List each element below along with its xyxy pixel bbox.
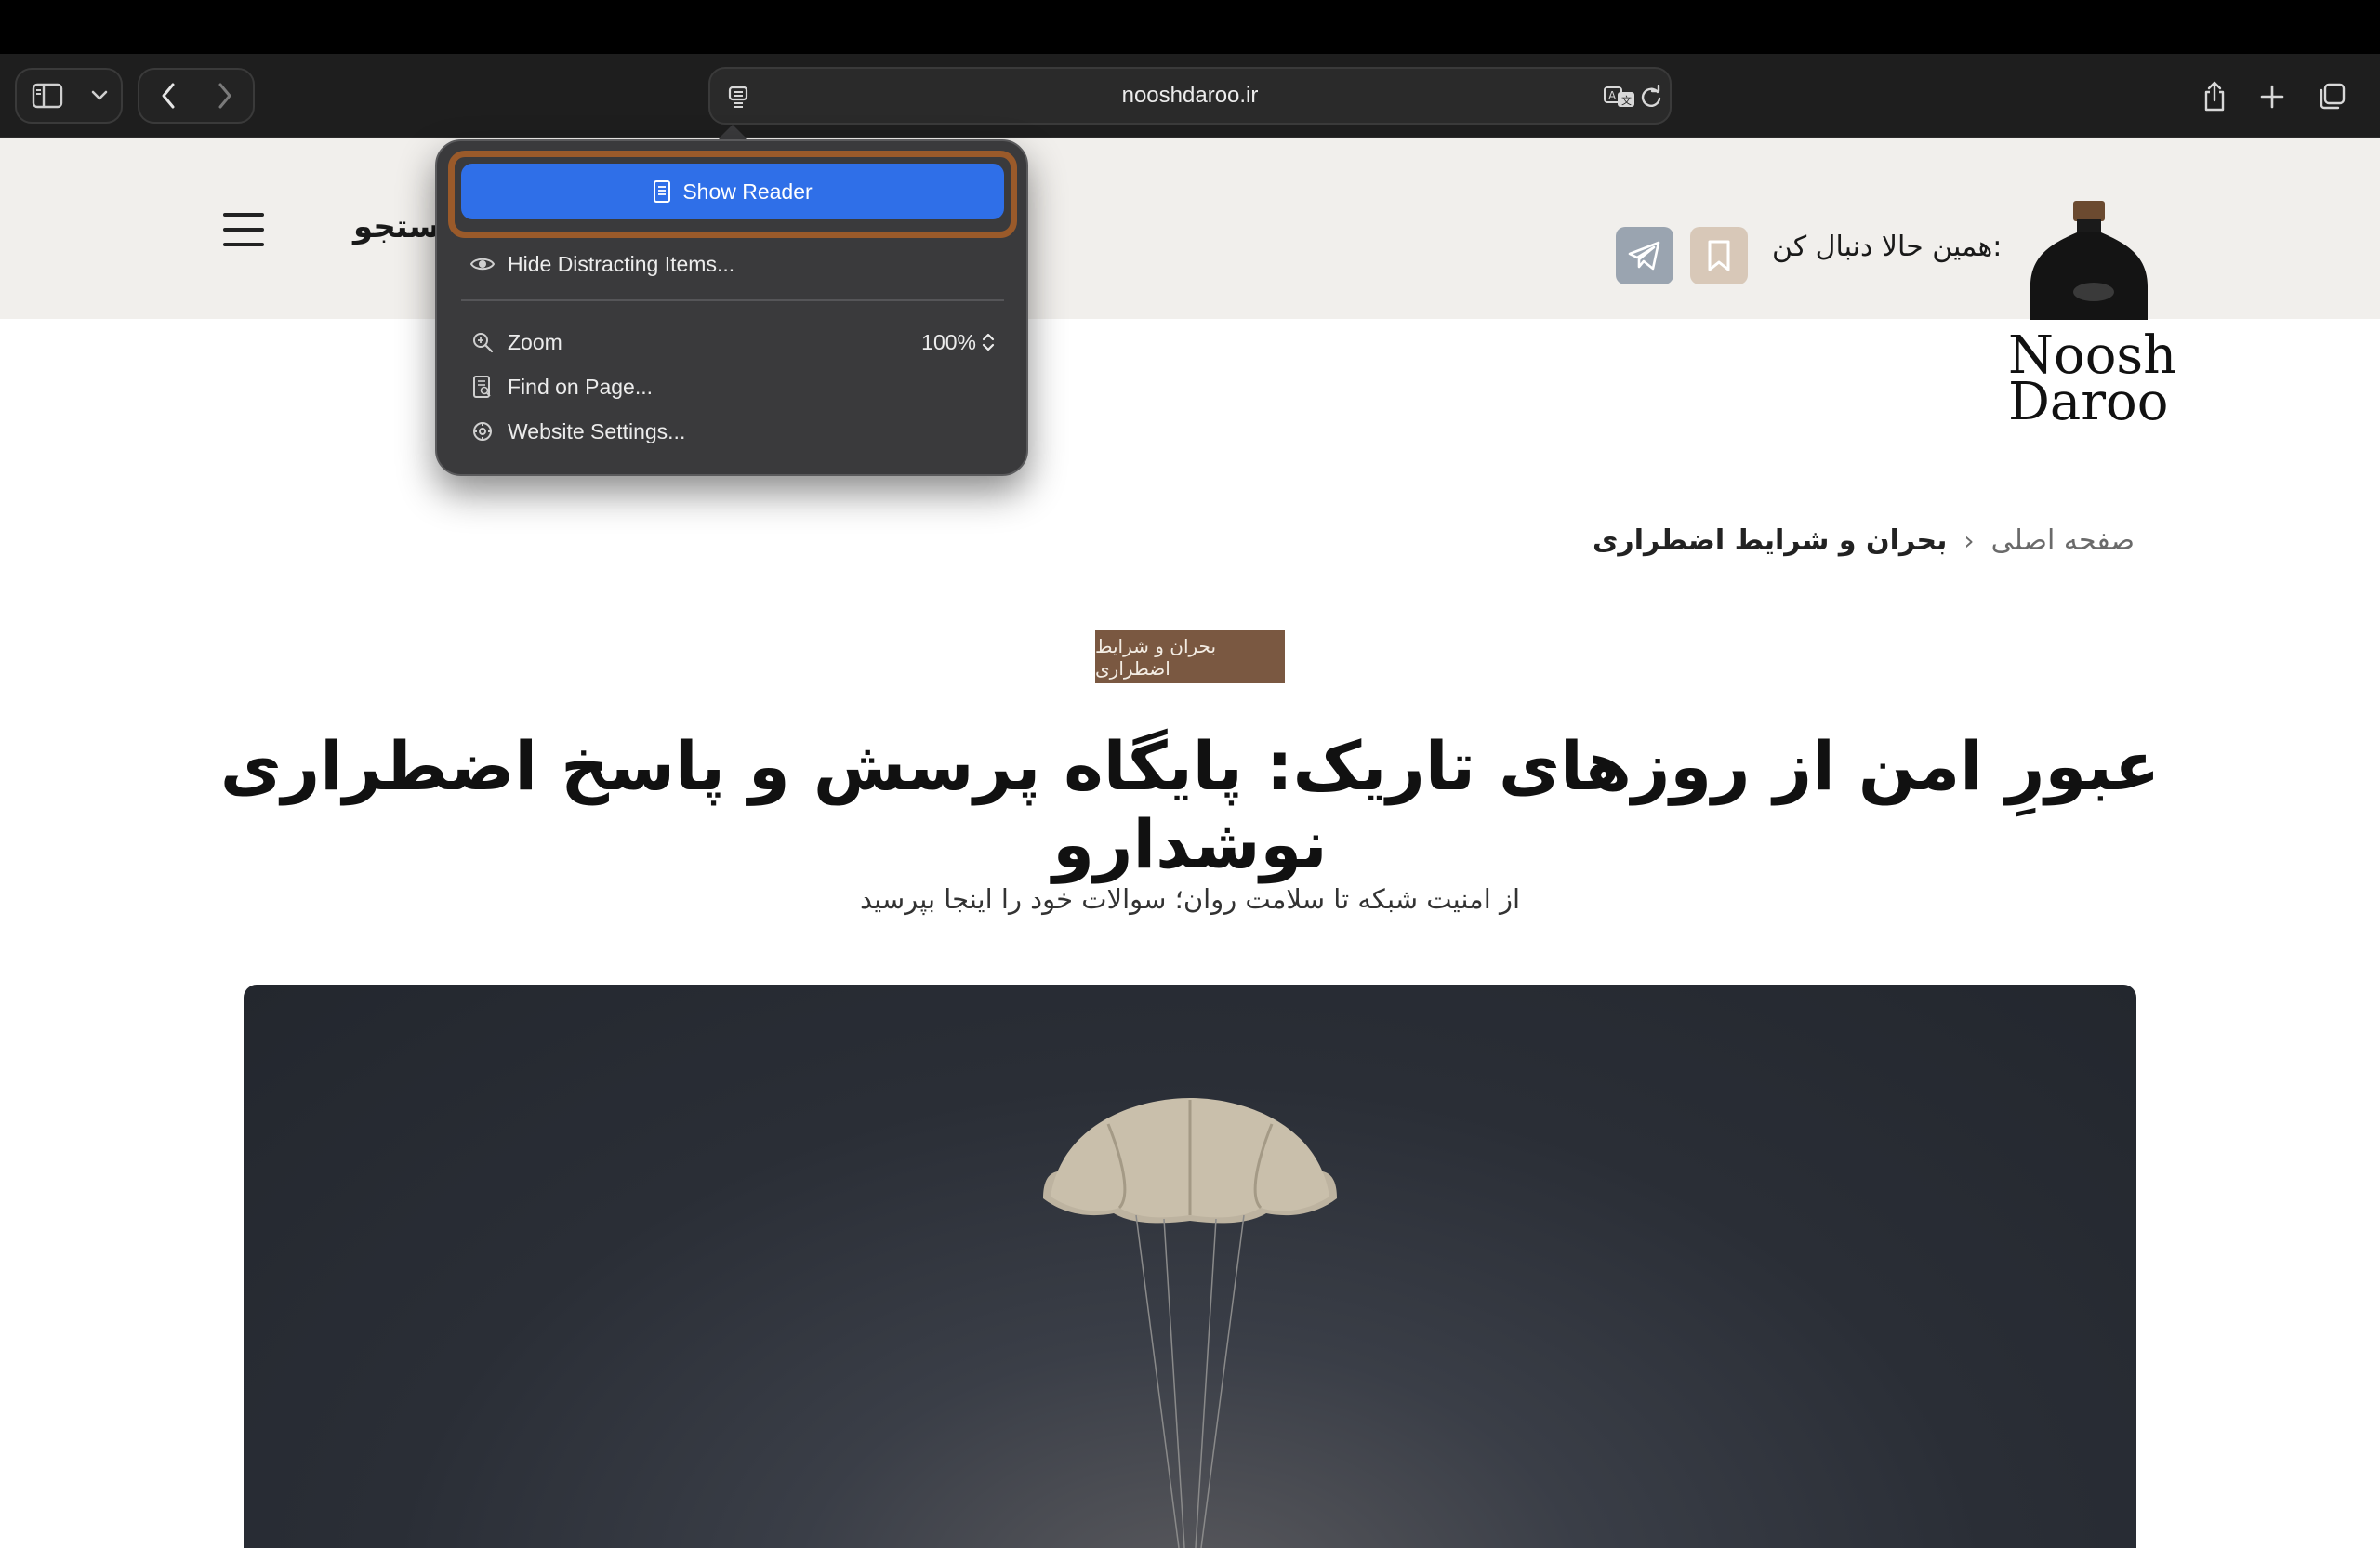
follow-label: همین حالا دنبال کن: [1772,231,2003,263]
tabs-overview-icon[interactable] [2306,71,2358,123]
sidebar-icon[interactable] [17,70,78,122]
zoom-item[interactable]: Zoom [469,324,562,361]
svg-text:A: A [1608,89,1617,102]
find-on-page-item[interactable]: Find on Page... [469,368,653,405]
bookmark-icon[interactable] [1690,227,1748,284]
zoom-stepper[interactable]: 100% [921,324,995,361]
show-reader-button[interactable]: Show Reader [461,164,1004,219]
forward-icon[interactable] [196,70,253,122]
telegram-icon[interactable] [1616,227,1673,284]
hamburger-menu-icon[interactable] [223,213,264,246]
find-icon [469,373,496,401]
menu-divider [461,299,1004,301]
breadcrumb: صفحه اصلی ‹ بحران و شرایط اضطراری [1593,524,2135,557]
article-headline: عبورِ امن از روزهای تاریک: پایگاه پرسش و… [219,727,2161,883]
back-icon[interactable] [139,70,196,122]
page-menu-popover: Show Reader Hide Distracting Items... Zo… [435,139,1028,476]
category-badge[interactable]: بحران و شرایط اضطراری [1095,630,1285,683]
website-settings-label: Website Settings... [508,418,686,443]
eye-icon [469,250,496,278]
system-menubar [0,0,2380,54]
chevron-down-icon[interactable] [78,70,121,122]
zoom-label: Zoom [508,329,562,354]
find-on-page-label: Find on Page... [508,374,653,399]
zoom-icon [469,328,496,356]
hero-image [244,985,2136,1548]
zoom-value: 100% [921,329,976,354]
settings-gear-icon [469,417,496,445]
breadcrumb-separator: ‹ [1964,525,1975,556]
parachute-illustration [1043,1098,1337,1548]
url-text[interactable]: nooshdaroo.ir [710,69,1670,123]
plus-icon[interactable] [2246,71,2298,123]
breadcrumb-current[interactable]: بحران و شرایط اضطراری [1593,524,1947,557]
reload-icon[interactable] [1631,76,1672,117]
breadcrumb-home-link[interactable]: صفحه اصلی [1991,524,2135,557]
address-bar[interactable]: nooshdaroo.ir A文 [708,67,1672,125]
navigation-group [138,68,255,124]
logo-bottle-icon[interactable] [2019,197,2157,320]
article-subtitle: از امنیت شبکه تا سلامت روان؛ سوالات خود … [859,883,1521,915]
updown-chevron-icon [982,333,995,351]
show-reader-label: Show Reader [682,179,813,204]
reader-icon [654,180,671,203]
sidebar-toggle-group[interactable] [15,68,123,124]
share-icon[interactable] [2188,71,2241,123]
logo-line-2: Daroo [2008,372,2169,432]
logo-text[interactable]: Noosh Daroo [2008,330,2176,432]
website-settings-item[interactable]: Website Settings... [469,413,685,450]
browser-toolbar: nooshdaroo.ir A文 [0,54,2380,138]
hide-distracting-items-item[interactable]: Hide Distracting Items... [469,245,734,283]
hide-distracting-label: Hide Distracting Items... [508,251,735,276]
